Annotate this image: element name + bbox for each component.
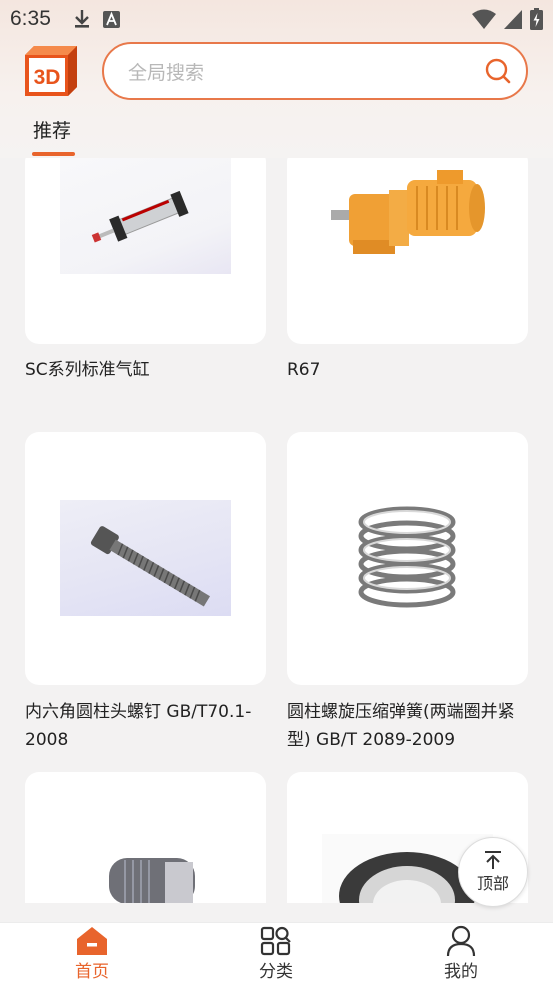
product-card[interactable] [25,772,266,903]
nav-category-label: 分类 [259,962,293,982]
search-icon[interactable] [484,57,512,85]
product-image [337,492,477,622]
product-title[interactable]: 内六角圆柱头螺钉 GB/T70.1-2008 [25,698,270,754]
product-title[interactable]: 圆柱螺旋压缩弹簧(两端圈并紧型) GB/T 2089-2009 [287,698,532,754]
status-time: 6:35 [10,7,51,30]
nav-home-label: 首页 [75,962,109,982]
search-placeholder: 全局搜索 [128,61,205,84]
product-card-compression-spring[interactable] [287,432,528,685]
arrow-up-icon [485,851,501,869]
category-icon [260,926,291,956]
product-title[interactable]: R67 [287,356,532,384]
product-title[interactable]: SC系列标准气缸 [25,356,270,384]
download-icon [74,10,89,28]
active-tab-indicator [32,152,75,156]
nav-profile[interactable]: 我的 [421,925,501,982]
nav-profile-label: 我的 [444,962,478,982]
nav-category[interactable]: 分类 [236,925,316,982]
product-image [60,500,231,616]
signal-icon [504,10,522,29]
status-bar: 6:35 [0,0,553,38]
product-card-sc-cylinder[interactable] [25,158,266,344]
back-to-top-label: 顶部 [476,874,509,893]
app-notification-icon [102,10,120,28]
user-icon [446,925,476,957]
product-image [95,844,205,903]
logo-text: 3D [34,66,61,89]
app-logo[interactable]: 3D [24,45,78,97]
search-bar[interactable]: 全局搜索 [102,42,528,100]
back-to-top-button[interactable]: 顶部 [458,837,528,907]
wifi-icon [472,9,496,29]
product-grid: SC系列标准气缸 R67 内六角圆柱头螺钉 GB/T70.1-2008 圆柱螺旋… [0,158,553,903]
home-icon [77,927,107,955]
product-image [60,158,231,274]
bottom-nav: 首页 分类 我的 [0,922,553,984]
product-image [327,164,489,264]
nav-home[interactable]: 首页 [52,925,132,982]
product-card-hex-socket-screw[interactable] [25,432,266,685]
tab-recommended[interactable]: 推荐 [33,116,71,143]
product-card-r67[interactable] [287,158,528,344]
battery-icon [530,8,543,30]
